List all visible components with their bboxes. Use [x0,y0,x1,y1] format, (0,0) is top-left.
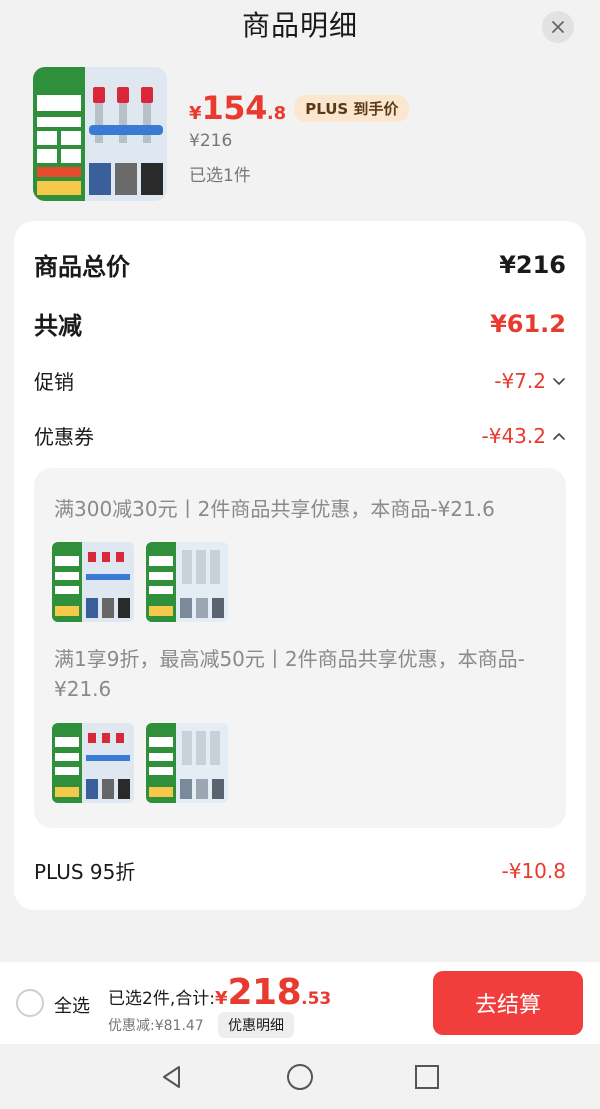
home-icon[interactable] [285,1062,315,1092]
total-decimal: .53 [301,989,332,1009]
total-price-label: 商品总价 [34,253,130,281]
promo-value: -¥7.2 [494,368,546,393]
coupon-rule-text: 满300减30元丨2件商品共享优惠，本商品-¥21.6 [54,497,495,521]
discount-detail-button[interactable]: 优惠明细 [218,1012,294,1038]
close-icon [552,21,564,33]
original-price: ¥216 [189,131,233,151]
product-image [33,67,167,201]
plus-discount-row: PLUS 95折 -¥10.8 [34,856,566,885]
discount-summary: 优惠减:¥81.47 [108,1018,204,1034]
promo-label: 促销 [34,370,74,394]
system-nav-bar [0,1044,600,1109]
select-all-label[interactable]: 全选 [54,992,90,1018]
total-integer: 218 [227,972,302,1013]
price-integer: 154 [201,89,268,127]
coupon-value: -¥43.2 [481,423,546,448]
checkout-bar: 全选 已选2件,合计: ¥ 218 .53 优惠减:¥81.47 优惠明细 去结… [0,962,600,1044]
summary-label: 已选2件,合计: [108,989,215,1009]
coupon-rule-products [52,542,228,622]
price-detail-card: 商品总价 ¥216 共减 ¥61.2 促销 -¥7.2 优惠券 -¥43.2 满… [14,221,586,910]
sheet-title: 商品明细 [241,9,358,42]
select-all-radio[interactable] [16,989,44,1017]
product-price: ¥ 154 .8 PLUS 到手价 [189,89,410,127]
back-icon[interactable] [157,1062,187,1092]
price-decimal: .8 [266,103,287,124]
coupon-label: 优惠券 [34,425,94,449]
total-price-row: 商品总价 ¥216 [34,247,566,282]
product-thumbnail[interactable] [52,542,134,622]
product-thumbnail[interactable] [146,723,228,803]
total-reduced-label: 共减 [34,312,82,340]
chevron-down-icon [552,374,566,388]
plus-discount-value: -¥10.8 [501,858,566,883]
chevron-up-icon [552,429,566,443]
promo-value-wrap: -¥7.2 [494,369,566,393]
total-reduced-row: 共减 ¥61.2 [34,306,566,341]
total-price-value: ¥216 [499,250,566,279]
total-symbol: ¥ [214,988,228,1009]
coupon-rule-products [52,723,228,803]
total-reduced-value: ¥61.2 [490,309,566,338]
coupon-detail-box: 满300减30元丨2件商品共享优惠，本商品-¥21.6 满1享9折，最高减50元… [34,468,566,828]
coupon-value-wrap: -¥43.2 [482,424,566,448]
product-summary: ¥ 154 .8 PLUS 到手价 ¥216 已选1件 [33,67,573,201]
product-thumbnail[interactable] [52,723,134,803]
coupon-rule-text: 满1享9折，最高减50元丨2件商品共享优惠，本商品-¥21.6 [54,647,525,701]
sheet-header: 商品明细 [0,0,600,52]
coupon-row[interactable]: 优惠券 -¥43.2 [34,421,566,450]
price-symbol: ¥ [189,103,202,124]
checkout-button[interactable]: 去结算 [433,971,583,1035]
order-total: 已选2件,合计: ¥ 218 .53 [108,972,331,1013]
promo-row[interactable]: 促销 -¥7.2 [34,366,566,395]
selected-count: 已选1件 [189,166,251,186]
plus-discount-label: PLUS 95折 [34,860,136,884]
plus-price-tag: PLUS 到手价 [294,95,410,122]
product-thumbnail[interactable] [146,542,228,622]
recents-icon[interactable] [412,1062,442,1092]
close-button[interactable] [542,11,574,43]
